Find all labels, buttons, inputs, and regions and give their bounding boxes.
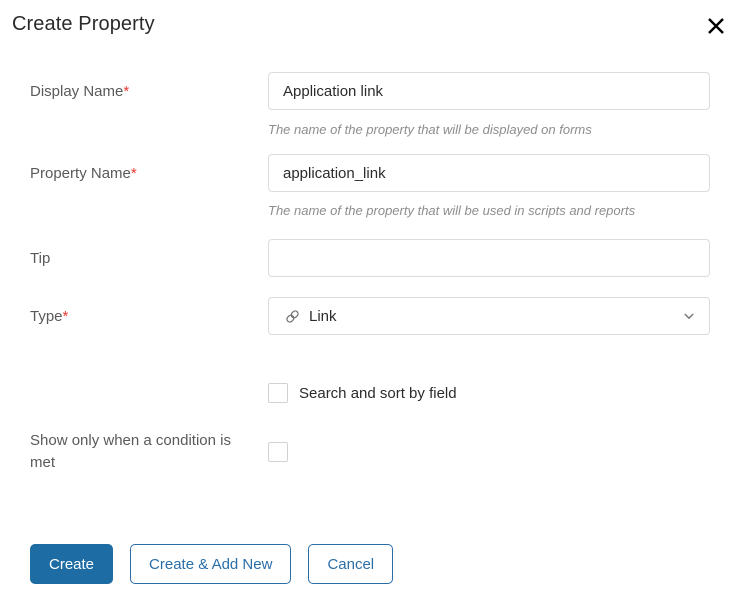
search-and-sort-label: Search and sort by field <box>299 384 457 402</box>
tip-control <box>268 239 710 277</box>
create-button[interactable]: Create <box>30 544 114 584</box>
page-title: Create Property <box>12 13 155 35</box>
property-name-input[interactable] <box>268 154 710 192</box>
display-name-hint: The name of the property that will be di… <box>268 122 592 137</box>
display-name-control <box>268 72 710 110</box>
link-icon <box>283 307 301 325</box>
required-asterisk: * <box>62 308 69 325</box>
close-button[interactable] <box>702 12 730 40</box>
property-name-label: Property Name* <box>30 165 137 182</box>
conditional-display-label: Show only when a condition is met <box>30 432 231 471</box>
type-control: Link <box>268 297 710 335</box>
close-icon <box>705 15 727 37</box>
display-name-label: Display Name* <box>30 83 130 100</box>
create-and-add-new-button[interactable]: Create & Add New <box>130 544 292 584</box>
tip-input[interactable] <box>268 239 710 277</box>
type-select-value: Link <box>309 307 337 325</box>
type-label: Type* <box>30 308 69 325</box>
tip-label: Tip <box>30 250 51 267</box>
property-name-control <box>268 154 710 192</box>
search-and-sort-checkbox[interactable] <box>268 383 288 403</box>
type-select[interactable]: Link <box>268 297 710 335</box>
required-asterisk: * <box>130 165 137 182</box>
dialog-footer: Create Create & Add New Cancel <box>0 542 744 586</box>
required-asterisk: * <box>123 83 130 100</box>
property-name-hint: The name of the property that will be us… <box>268 203 636 218</box>
dialog-header: Create Property <box>0 0 744 56</box>
create-property-dialog: Create Property Display Name* The name o… <box>0 0 744 593</box>
conditional-display-control <box>268 430 710 467</box>
conditional-display-checkbox[interactable] <box>268 442 288 462</box>
chevron-down-icon <box>682 309 696 323</box>
search-and-sort-row: Search and sort by field <box>268 383 457 403</box>
display-name-input[interactable] <box>268 72 710 110</box>
cancel-button[interactable]: Cancel <box>308 544 394 584</box>
